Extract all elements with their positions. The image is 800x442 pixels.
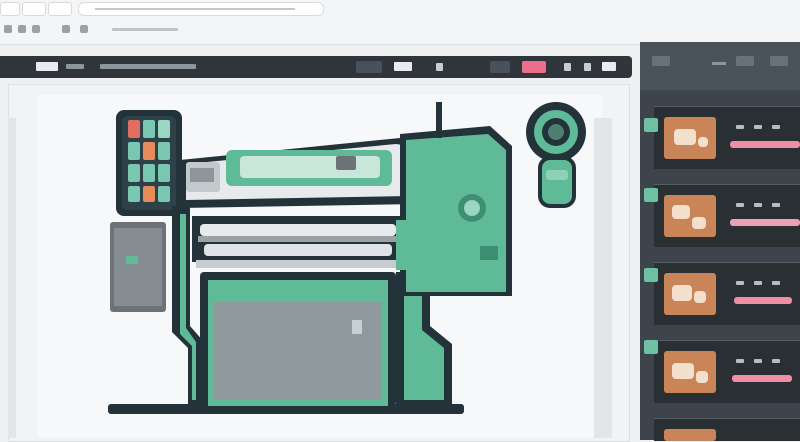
menu-icon[interactable] <box>80 25 88 33</box>
queue-tab[interactable] <box>644 118 658 132</box>
toolbar-label <box>66 64 84 69</box>
item-meta <box>772 359 780 363</box>
highlight-button[interactable] <box>522 61 546 73</box>
print-thumbnail <box>664 429 716 441</box>
browser-tab[interactable] <box>22 2 46 16</box>
print-thumbnail <box>664 351 716 393</box>
queue-tab[interactable] <box>644 340 658 354</box>
settings-icon[interactable] <box>602 62 616 71</box>
toolbar-button[interactable] <box>394 62 412 71</box>
queue-tab[interactable] <box>644 188 658 202</box>
browser-chrome <box>0 0 800 45</box>
progress-bar <box>734 297 792 304</box>
control-panel[interactable] <box>116 110 182 216</box>
reload-icon[interactable] <box>18 25 26 33</box>
item-meta <box>754 281 762 285</box>
back-icon[interactable] <box>4 25 12 33</box>
browser-tab[interactable] <box>0 2 20 16</box>
list-item[interactable] <box>654 418 800 441</box>
grid-view-icon[interactable] <box>736 56 754 66</box>
progress-bar <box>732 375 792 382</box>
progress-bar <box>730 141 800 148</box>
print-thumbnail <box>664 273 716 315</box>
webcam-icon <box>526 102 586 208</box>
printer-machine-illustration <box>108 102 586 414</box>
panel-label <box>712 62 726 65</box>
address-bar[interactable] <box>78 2 324 16</box>
app-toolbar <box>0 56 632 78</box>
item-meta <box>736 359 744 363</box>
panel-header <box>640 42 800 90</box>
breadcrumb <box>112 28 178 31</box>
item-meta <box>754 125 762 129</box>
print-thumbnail <box>664 117 716 159</box>
home-icon[interactable] <box>32 25 40 33</box>
scroll-track[interactable] <box>8 118 16 438</box>
print-thumbnail <box>664 195 716 237</box>
item-meta <box>736 281 744 285</box>
toolbar-button[interactable] <box>356 61 382 73</box>
toolbar-button[interactable] <box>490 61 510 73</box>
item-meta <box>736 125 744 129</box>
bookmark-icon[interactable] <box>62 25 70 33</box>
filter-icon[interactable] <box>652 56 670 66</box>
item-meta <box>754 203 762 207</box>
share-icon[interactable] <box>584 63 591 71</box>
logo <box>36 62 58 71</box>
list-item[interactable] <box>654 262 800 325</box>
item-meta <box>772 281 780 285</box>
print-queue-panel <box>640 42 800 441</box>
item-meta <box>772 125 780 129</box>
list-view-icon[interactable] <box>770 56 788 66</box>
list-item[interactable] <box>654 340 800 403</box>
page-title <box>100 64 196 69</box>
browser-tab[interactable] <box>48 2 72 16</box>
sliders-icon[interactable] <box>436 63 443 71</box>
info-icon[interactable] <box>564 63 571 71</box>
list-item[interactable] <box>654 106 800 169</box>
item-meta <box>736 203 744 207</box>
progress-bar <box>730 219 800 226</box>
item-meta <box>772 203 780 207</box>
queue-tab[interactable] <box>644 268 658 282</box>
antenna <box>436 102 442 138</box>
item-meta <box>754 359 762 363</box>
browser-subbar <box>0 22 800 36</box>
list-item[interactable] <box>654 184 800 247</box>
